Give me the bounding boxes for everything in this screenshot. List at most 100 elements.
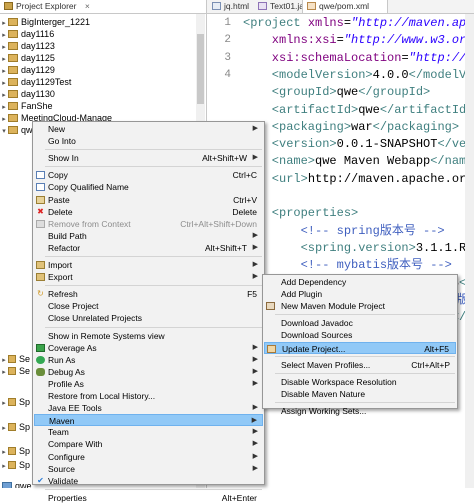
collapsed-arrow-icon[interactable]: ▸ — [0, 423, 8, 435]
menu-item-build-path[interactable]: Build Path ▶ — [34, 230, 263, 242]
menu-item-label: Download Javadoc — [281, 318, 353, 329]
menu-separator — [45, 326, 262, 328]
scrollbar-thumb[interactable] — [197, 34, 204, 104]
project-item[interactable]: ▸ day1123 — [0, 40, 55, 52]
code-line[interactable]: <artifactId>qwe</artifactId> — [243, 102, 474, 119]
collapsed-arrow-icon[interactable]: ▸ — [0, 398, 8, 410]
line-number: 1 — [224, 17, 231, 29]
code-line[interactable]: <name>qwe Maven Webapp</name> — [243, 153, 474, 170]
code-token: <modelVersion> — [243, 67, 373, 82]
menu-item-assign-working-sets[interactable]: Assign Working Sets... — [264, 405, 456, 417]
code-line[interactable]: <groupId>qwe</groupId> — [243, 84, 430, 101]
expanded-arrow-icon[interactable]: ▾ — [0, 126, 8, 138]
menu-item-label: Refresh — [48, 289, 78, 300]
project-item[interactable]: ▸ day1129Test — [0, 76, 71, 88]
menu-item-add-plugin[interactable]: Add Plugin — [264, 288, 456, 300]
line-number: 2 — [224, 34, 231, 47]
code-line[interactable]: <spring.version>3.1.1.REL — [243, 240, 474, 257]
menu-separator — [45, 488, 262, 490]
menu-item-copy[interactable]: Copy Ctrl+C — [34, 169, 263, 181]
menu-item-maven[interactable]: Maven ▶ — [34, 414, 263, 427]
editor-scrollbar[interactable] — [465, 14, 474, 488]
editor-tab-bar: Project Explorer × jq.html Text01.java q… — [0, 0, 474, 14]
project-item-partial[interactable]: ▸ Sp — [0, 459, 30, 471]
menu-item-select-maven-profiles[interactable]: Select Maven Profiles... Ctrl+Alt+P — [264, 359, 456, 371]
collapsed-arrow-icon[interactable]: ▸ — [0, 367, 8, 379]
close-icon[interactable]: × — [85, 1, 90, 11]
code-line[interactable]: <version>0.0.1-SNAPSHOT</vers — [243, 136, 474, 153]
project-item[interactable]: ▸ day1116 — [0, 28, 54, 40]
coverage-icon — [36, 343, 45, 352]
code-line[interactable]: <modelVersion>4.0.0</modelVer — [243, 67, 474, 84]
menu-item-new-maven-module-project[interactable]: New Maven Module Project — [264, 300, 456, 312]
menu-item-download-sources[interactable]: Download Sources — [264, 329, 456, 341]
menu-item-refresh[interactable]: ↻ Refresh F5 — [34, 288, 263, 300]
menu-item-export[interactable]: Export ▶ — [34, 271, 263, 283]
menu-item-configure[interactable]: Configure ▶ — [34, 451, 263, 463]
code-line[interactable]: <!-- spring版本号 --> — [243, 223, 445, 240]
menu-item-properties[interactable]: Properties Alt+Enter — [34, 492, 263, 504]
tab-pom-xml[interactable]: qwe/pom.xml — [302, 0, 388, 13]
menu-item-compare-with[interactable]: Compare With ▶ — [34, 438, 263, 450]
code-line[interactable]: <packaging>war</packaging> — [243, 119, 459, 136]
menu-item-java-ee-tools[interactable]: Java EE Tools ▶ — [34, 402, 263, 414]
menu-item-refactor[interactable]: Refactor Alt+Shift+T ▶ — [34, 242, 263, 254]
code-line[interactable]: <url>http://maven.apache.org< — [243, 171, 474, 188]
code-line[interactable]: xmlns:xsi="http://www.w3.org/ — [243, 32, 474, 49]
project-item[interactable]: ▸ BigInterger_1221 — [0, 16, 90, 28]
project-item-partial[interactable]: ▸ Sp — [0, 396, 30, 408]
context-menu: New ▶ Go Into Show In Alt+Shift+W ▶ Copy Ctrl+C… — [32, 121, 265, 503]
collapsed-arrow-icon[interactable]: ▸ — [0, 461, 8, 473]
collapsed-arrow-icon[interactable]: ▸ — [0, 447, 8, 459]
submenu-arrow-icon: ▶ — [252, 404, 258, 412]
menu-item-restore-from-local-history[interactable]: Restore from Local History... — [34, 390, 263, 402]
menu-item-validate[interactable]: ✔ Validate — [34, 475, 263, 487]
menu-item-close-unrelated-projects[interactable]: Close Unrelated Projects — [34, 312, 263, 324]
menu-item-team[interactable]: Team ▶ — [34, 426, 263, 438]
project-item-partial[interactable]: ▸ Sp — [0, 421, 30, 433]
submenu-arrow-icon: ▶ — [252, 261, 258, 268]
project-item-label: Sp — [19, 446, 31, 456]
menu-item-remove-from-context[interactable]: Remove from Context Ctrl+Alt+Shift+Down — [34, 218, 263, 230]
menu-item-coverage-as[interactable]: Coverage As ▶ — [34, 342, 263, 354]
project-item-partial[interactable]: ▸ Sp — [0, 445, 30, 457]
menu-item-add-dependency[interactable]: Add Dependency — [264, 276, 456, 288]
menu-item-update-project[interactable]: Update Project... Alt+F5 — [264, 341, 456, 354]
menu-item-close-project[interactable]: Close Project — [34, 300, 263, 312]
menu-item-new[interactable]: New ▶ — [34, 123, 263, 135]
menu-item-disable-maven-nature[interactable]: Disable Maven Nature — [264, 388, 456, 400]
menu-item-disable-workspace-resolution[interactable]: Disable Workspace Resolution — [264, 376, 456, 388]
tab-project-explorer[interactable]: Project Explorer × — [0, 0, 207, 13]
menu-item-debug-as[interactable]: Debug As ▶ — [34, 366, 263, 378]
project-item[interactable]: ▸ FanShe — [0, 100, 52, 112]
menu-item-delete[interactable]: ✖ Delete Delete — [34, 206, 263, 218]
menu-item-profile-as[interactable]: Profile As ▶ — [34, 378, 263, 390]
menu-item-import[interactable]: Import ▶ — [34, 259, 263, 271]
submenu-arrow-icon: ▶ — [252, 367, 258, 375]
menu-item-download-javadoc[interactable]: Download Javadoc — [264, 317, 456, 329]
project-item-label: day1129 — [21, 65, 55, 75]
project-item[interactable]: ▸ day1129 — [0, 64, 55, 76]
menu-item-show-in-remote-systems-view[interactable]: Show in Remote Systems view — [34, 330, 263, 342]
project-item-partial[interactable]: ▸ Se — [0, 365, 30, 377]
project-item[interactable]: ▸ day1125 — [0, 52, 55, 64]
code-line[interactable]: xsi:schemaLocation="http://ma — [243, 50, 474, 67]
code-line[interactable]: <project xmlns="http://maven.apac — [243, 15, 474, 32]
menu-item-paste[interactable]: Paste Ctrl+V — [34, 194, 263, 206]
project-folder-icon — [8, 18, 18, 26]
project-item-partial[interactable]: ▸ Se — [0, 353, 30, 365]
copy-qualified-icon — [36, 183, 45, 192]
tab-jq-html[interactable]: jq.html — [208, 0, 249, 13]
menu-item-label: Assign Working Sets... — [281, 405, 367, 416]
menu-item-go-into[interactable]: Go Into — [34, 135, 263, 147]
menu-item-label: Validate — [48, 475, 79, 486]
project-item[interactable]: ▸ day1130 — [0, 88, 55, 100]
menu-item-run-as[interactable]: Run As ▶ — [34, 354, 263, 366]
menu-separator — [275, 314, 455, 316]
menu-item-show-in[interactable]: Show In Alt+Shift+W ▶ — [34, 152, 263, 164]
menu-item-copy-qualified-name[interactable]: Copy Qualified Name — [34, 181, 263, 193]
menu-item-source[interactable]: Source ▶ — [34, 463, 263, 475]
project-item-qwe-bottom[interactable]: qwe — [2, 480, 32, 488]
code-line[interactable]: <!-- mybatis版本号 --> — [243, 257, 452, 274]
project-item-label: day1123 — [21, 41, 55, 51]
